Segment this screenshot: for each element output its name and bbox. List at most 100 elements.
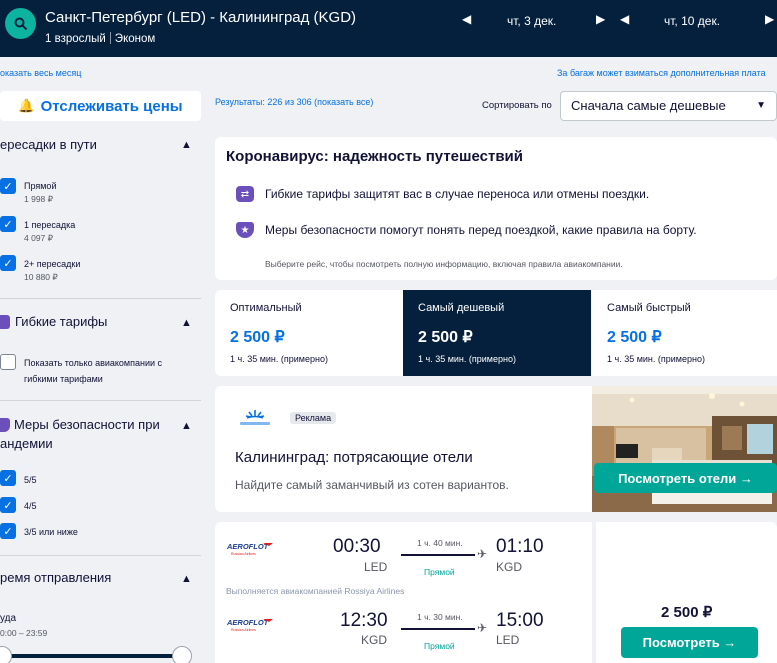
ad-title: Калининград: потрясающие отели	[235, 449, 473, 466]
skyscanner-logo	[240, 410, 270, 425]
arrival-time: 01:10	[496, 536, 544, 557]
tab-price: 2 500 ₽	[418, 329, 473, 346]
svg-text:Russian Airlines: Russian Airlines	[231, 552, 256, 556]
checkbox-safety-4[interactable]: ✓	[0, 497, 16, 513]
sort-select[interactable]: Сначала самые дешевые ▼	[560, 91, 777, 121]
search-button[interactable]	[5, 8, 36, 39]
stops-info: Прямой	[424, 567, 455, 577]
return-date[interactable]: чт, 10 дек.	[664, 14, 720, 28]
passengers-summary[interactable]: 1 взрослый Эконом	[45, 32, 155, 45]
operated-by: Выполняется авиакомпанией Rossiya Airlin…	[226, 586, 405, 596]
aeroflot-logo: AEROFLOT Russian Airlines	[226, 542, 273, 556]
stops-option-price: 10 880 ₽	[24, 272, 58, 282]
tab-optimal[interactable]: Оптимальный 2 500 ₽ 1 ч. 35 мин. (пример…	[215, 290, 403, 376]
divider	[0, 298, 201, 299]
ad-subtitle: Найдите самый заманчивый из сотен вариан…	[235, 478, 509, 492]
chevron-up-icon[interactable]: ▲	[181, 420, 192, 432]
svg-text:AEROFLOT: AEROFLOT	[226, 542, 270, 551]
chevron-right-icon[interactable]: ▶	[596, 12, 605, 26]
departure-slider-track[interactable]	[8, 654, 182, 658]
aeroflot-logo: AEROFLOT Russian Airlines	[226, 618, 273, 632]
offer-price: 2 500 ₽	[661, 604, 713, 621]
tab-cheapest[interactable]: Самый дешевый 2 500 ₽ 1 ч. 35 мин. (прим…	[403, 290, 591, 376]
flexible-ticket-icon	[0, 315, 10, 329]
flex-option-line1: Показать только авиакомпании с	[24, 358, 163, 368]
checkmark-icon: ✓	[3, 180, 13, 193]
checkbox-safety-5[interactable]: ✓	[0, 470, 16, 486]
shield-icon	[0, 418, 10, 432]
arrival-airport: LED	[496, 633, 520, 647]
stops-option-label: 1 пересадка	[24, 220, 76, 230]
tab-title: Самый быстрый	[607, 302, 691, 314]
flight-path-line	[401, 554, 475, 556]
checkbox-one-stop[interactable]: ✓	[0, 216, 16, 232]
tab-title: Самый дешевый	[418, 302, 505, 314]
plane-icon: ✈	[477, 547, 488, 561]
checkmark-icon: ✓	[3, 525, 13, 538]
slider-handle-start[interactable]	[0, 646, 12, 663]
caret-down-icon: ▼	[756, 100, 766, 111]
see-hotels-button[interactable]: Посмотреть отели →	[594, 463, 777, 493]
departure-filter-title[interactable]: ремя отправления	[0, 570, 111, 585]
stops-option-label: Прямой	[24, 181, 57, 191]
covid-flex-text: Гибкие тарифы защитят вас в случае перен…	[265, 187, 650, 201]
search-icon	[14, 17, 27, 30]
safety-filter-title-line2: андемии	[0, 436, 53, 451]
checkmark-icon: ✓	[3, 472, 13, 485]
safety-option-label: 4/5	[24, 501, 37, 511]
divider	[109, 32, 111, 44]
tab-price: 2 500 ₽	[607, 329, 662, 346]
safety-filter-title[interactable]: Меры безопасности при	[14, 417, 160, 432]
covid-note: Выберите рейс, чтобы посмотреть полную и…	[265, 259, 623, 269]
tab-fastest[interactable]: Самый быстрый 2 500 ₽ 1 ч. 35 мин. (прим…	[592, 290, 777, 376]
flight-duration: 1 ч. 30 мин.	[417, 612, 463, 622]
divider	[0, 400, 201, 401]
stops-option-price: 1 998 ₽	[24, 194, 54, 204]
departure-airport: KGD	[361, 633, 388, 647]
sort-label: Сортировать по	[482, 100, 552, 111]
tab-duration: 1 ч. 35 мин. (примерно)	[607, 354, 705, 364]
flex-option-line2: гибкими тарифами	[24, 374, 103, 384]
flex-filter-title[interactable]: Гибкие тарифы	[15, 314, 107, 329]
ad-badge: Реклама	[290, 412, 337, 424]
flight-duration: 1 ч. 40 мин.	[417, 538, 463, 548]
sort-selected-value: Сначала самые дешевые	[571, 98, 726, 113]
depart-date[interactable]: чт, 3 дек.	[507, 14, 556, 28]
chevron-up-icon[interactable]: ▲	[181, 139, 192, 151]
bell-icon: 🔔	[18, 98, 35, 113]
flexible-ticket-icon: ⇄	[236, 186, 254, 202]
chevron-right-icon[interactable]: ▶	[765, 12, 774, 26]
departure-time: 12:30	[340, 610, 388, 631]
flight-path-line	[401, 628, 475, 630]
stops-option-label: 2+ пересадки	[24, 259, 81, 269]
track-prices-button[interactable]: 🔔 Отслеживать цены	[0, 91, 201, 121]
chevron-left-icon[interactable]: ◀	[462, 12, 471, 26]
checkmark-icon: ✓	[3, 257, 13, 270]
passengers-label: 1 взрослый	[45, 33, 106, 45]
baggage-fee-link[interactable]: За багаж может взиматься дополнительная …	[557, 68, 766, 78]
divider	[0, 555, 201, 556]
route-title[interactable]: Санкт-Петербург (LED) - Калининград (KGD…	[45, 9, 356, 26]
chevron-left-icon[interactable]: ◀	[620, 12, 629, 26]
slider-handle-end[interactable]	[172, 646, 192, 663]
safety-option-label: 3/5 или ниже	[24, 527, 78, 537]
outbound-label: уда	[0, 613, 17, 624]
chevron-up-icon[interactable]: ▲	[181, 573, 192, 585]
stops-filter-title[interactable]: ересадки в пути	[0, 137, 97, 152]
show-month-link[interactable]: оказать весь месяц	[0, 68, 81, 78]
chevron-up-icon[interactable]: ▲	[181, 317, 192, 329]
arrival-airport: KGD	[496, 560, 523, 574]
safety-option-label: 5/5	[24, 475, 37, 485]
hotel-room-image[interactable]	[592, 386, 777, 512]
select-flight-button[interactable]: Посмотреть →	[621, 627, 758, 658]
checkbox-flex-only[interactable]	[0, 354, 16, 370]
checkbox-safety-3-or-less[interactable]: ✓	[0, 523, 16, 539]
covid-safety-text: Меры безопасности помогут понять перед п…	[265, 223, 697, 237]
plane-icon: ✈	[477, 621, 488, 635]
checkbox-two-plus-stops[interactable]: ✓	[0, 255, 16, 271]
svg-text:AEROFLOT: AEROFLOT	[226, 618, 270, 627]
stops-info: Прямой	[424, 641, 455, 651]
checkbox-direct[interactable]: ✓	[0, 178, 16, 194]
stops-option-price: 4 097 ₽	[24, 233, 54, 243]
results-summary[interactable]: Результаты: 226 из 306 (показать все)	[215, 97, 373, 107]
